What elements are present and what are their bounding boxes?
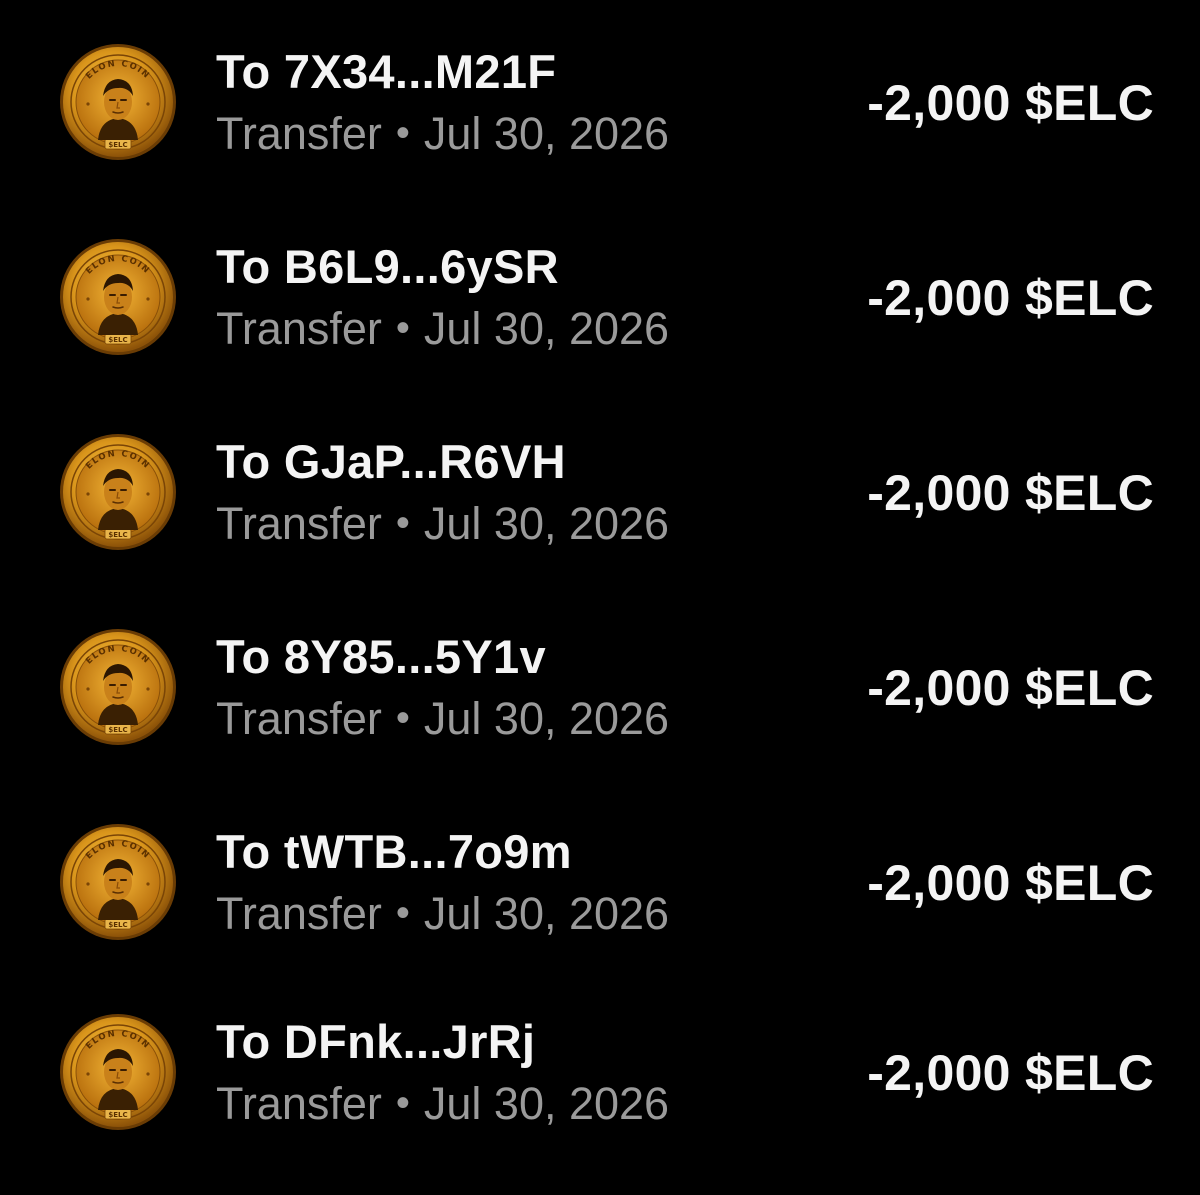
transaction-meta: Transfer • Jul 30, 2026: [216, 108, 669, 160]
transaction-meta: Transfer • Jul 30, 2026: [216, 498, 669, 550]
transaction-row[interactable]: ELON COIN $ELC To 8Y85...5Y1v Transfer • Ju…: [0, 615, 1200, 810]
transaction-row[interactable]: ELON COIN $ELC To DFnk...JrRj Transfer • Ju…: [0, 1000, 1200, 1195]
transaction-type: Transfer: [216, 498, 382, 549]
transaction-date: Jul 30, 2026: [423, 498, 670, 549]
transaction-date: Jul 30, 2026: [423, 303, 670, 354]
transaction-date: Jul 30, 2026: [423, 1078, 670, 1129]
elon-coin-icon: ELON COIN $ELC: [58, 42, 178, 162]
transaction-amount: -2,000 $ELC: [867, 75, 1154, 131]
transaction-row[interactable]: ELON COIN $ELC To GJaP...R6VH Transfer • Ju…: [0, 420, 1200, 615]
separator-dot: •: [395, 111, 410, 155]
elon-coin-icon: ELON COIN $ELC: [58, 1012, 178, 1132]
transaction-meta: Transfer • Jul 30, 2026: [216, 693, 669, 745]
transaction-recipient: To tWTB...7o9m: [216, 825, 572, 878]
separator-dot: •: [395, 306, 410, 350]
svg-text:$ELC: $ELC: [108, 921, 127, 929]
transaction-type: Transfer: [216, 693, 382, 744]
transaction-amount: -2,000 $ELC: [867, 660, 1154, 716]
svg-text:$ELC: $ELC: [108, 1111, 127, 1119]
transaction-meta: Transfer • Jul 30, 2026: [216, 888, 669, 940]
elon-coin-icon: ELON COIN $ELC: [58, 627, 178, 747]
transaction-recipient: To B6L9...6ySR: [216, 240, 559, 293]
transaction-amount: -2,000 $ELC: [867, 270, 1154, 326]
transaction-amount: -2,000 $ELC: [867, 465, 1154, 521]
elon-coin-icon: ELON COIN $ELC: [58, 822, 178, 942]
transaction-amount: -2,000 $ELC: [867, 855, 1154, 911]
svg-text:$ELC: $ELC: [108, 141, 127, 149]
transaction-type: Transfer: [216, 303, 382, 354]
transaction-meta: Transfer • Jul 30, 2026: [216, 303, 669, 355]
separator-dot: •: [395, 1081, 410, 1125]
separator-dot: •: [395, 696, 410, 740]
transaction-meta: Transfer • Jul 30, 2026: [216, 1078, 669, 1130]
transaction-type: Transfer: [216, 888, 382, 939]
separator-dot: •: [395, 501, 410, 545]
transaction-recipient: To GJaP...R6VH: [216, 435, 566, 488]
transaction-date: Jul 30, 2026: [423, 108, 670, 159]
elon-coin-icon: ELON COIN $ELC: [58, 432, 178, 552]
transaction-type: Transfer: [216, 1078, 382, 1129]
elon-coin-icon: ELON COIN $ELC: [58, 237, 178, 357]
transaction-date: Jul 30, 2026: [423, 693, 670, 744]
svg-text:$ELC: $ELC: [108, 336, 127, 344]
transaction-list: ELON COIN $ELC To 7X34...M21F Transfer • Ju…: [0, 0, 1200, 1130]
transaction-row[interactable]: ELON COIN $ELC To 7X34...M21F Transfer • Ju…: [0, 30, 1200, 225]
transaction-row[interactable]: ELON COIN $ELC To tWTB...7o9m Transfer • Ju…: [0, 810, 1200, 1005]
transaction-type: Transfer: [216, 108, 382, 159]
transaction-row[interactable]: ELON COIN $ELC To B6L9...6ySR Transfer • Ju…: [0, 225, 1200, 420]
svg-text:$ELC: $ELC: [108, 726, 127, 734]
svg-text:$ELC: $ELC: [108, 531, 127, 539]
transaction-recipient: To 8Y85...5Y1v: [216, 630, 546, 683]
transaction-recipient: To 7X34...M21F: [216, 45, 557, 98]
transaction-recipient: To DFnk...JrRj: [216, 1015, 536, 1068]
separator-dot: •: [395, 891, 410, 935]
transaction-amount: -2,000 $ELC: [867, 1045, 1154, 1101]
transaction-date: Jul 30, 2026: [423, 888, 670, 939]
